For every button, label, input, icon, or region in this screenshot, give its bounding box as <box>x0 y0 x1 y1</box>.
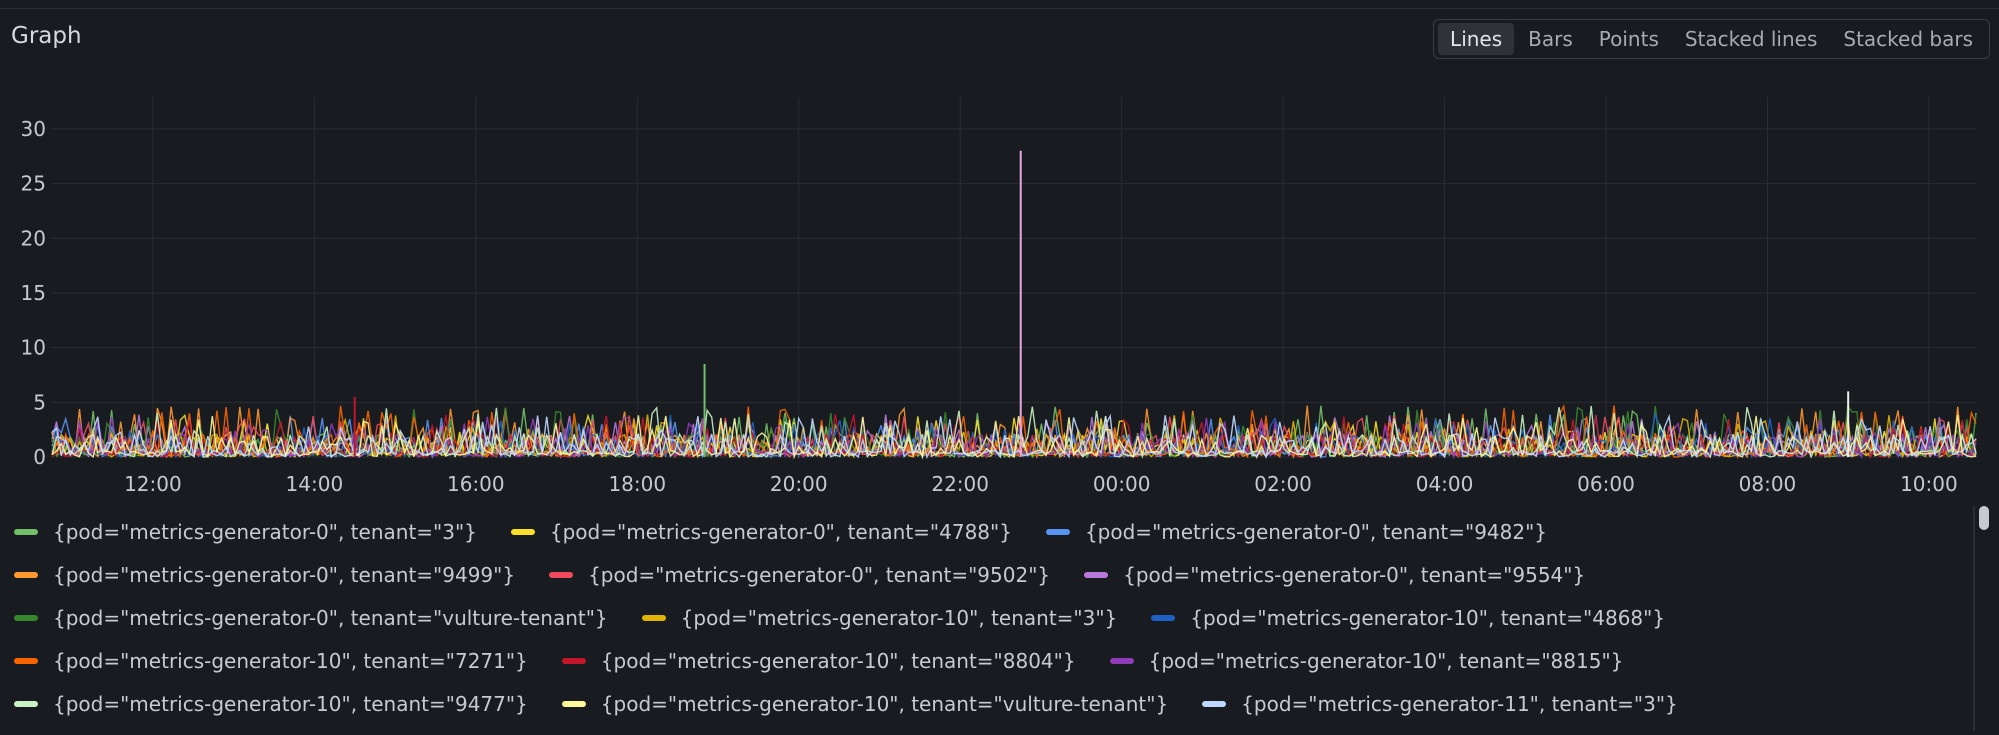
legend-item[interactable]: {pod="metrics-generator-0", tenant="9554… <box>1084 563 1585 587</box>
legend-row: {pod="metrics-generator-0", tenant="3"} {… <box>14 510 1964 553</box>
chart-legend: {pod="metrics-generator-0", tenant="3"} {… <box>14 510 1964 732</box>
legend-label: {pod="metrics-generator-0", tenant="4788… <box>549 519 1012 544</box>
legend-swatch <box>14 657 38 664</box>
legend-swatch <box>561 700 586 707</box>
legend-scroll-thumb[interactable] <box>1979 506 1989 530</box>
legend-label: {pod="metrics-generator-0", tenant="vult… <box>53 605 608 630</box>
y-tick-label: 10 <box>21 336 46 360</box>
y-tick-label: 0 <box>33 445 46 469</box>
panel-title: Graph <box>11 23 82 49</box>
legend-swatch <box>14 700 38 707</box>
legend-label: {pod="metrics-generator-0", tenant="9554… <box>1123 562 1586 587</box>
legend-swatch <box>1151 614 1176 621</box>
y-tick-label: 20 <box>21 226 46 250</box>
legend-label: {pod="metrics-generator-10", tenant="486… <box>1190 605 1666 630</box>
graph-panel: Graph Lines Bars Points Stacked lines St… <box>0 8 1999 735</box>
x-tick-label: 06:00 <box>1577 472 1635 496</box>
legend-item[interactable]: {pod="metrics-generator-10", tenant="880… <box>561 648 1076 673</box>
x-tick-label: 02:00 <box>1254 472 1312 496</box>
legend-swatch <box>561 657 586 664</box>
legend-item[interactable]: {pod="metrics-generator-10", tenant="947… <box>14 692 528 716</box>
legend-item[interactable]: {pod="metrics-generator-0", tenant="9482… <box>1045 519 1548 544</box>
legend-label: {pod="metrics-generator-10", tenant="880… <box>600 648 1076 673</box>
legend-label: {pod="metrics-generator-10", tenant="947… <box>53 691 528 716</box>
legend-item[interactable]: {pod="metrics-generator-0", tenant="vult… <box>14 606 608 630</box>
legend-item[interactable]: {pod="metrics-generator-10", tenant="vul… <box>561 691 1169 716</box>
legend-item[interactable]: {pod="metrics-generator-11", tenant="3"} <box>1202 692 1678 716</box>
legend-label: {pod="metrics-generator-0", tenant="9499… <box>53 562 516 587</box>
x-tick-label: 12:00 <box>124 472 182 496</box>
legend-label: {pod="metrics-generator-0", tenant="9482… <box>1084 519 1548 544</box>
visualization-toggle: Lines Bars Points Stacked lines Stacked … <box>1433 19 1990 59</box>
viz-option-bars[interactable]: Bars <box>1516 23 1585 55</box>
viz-option-lines[interactable]: Lines <box>1438 23 1515 55</box>
legend-item[interactable]: {pod="metrics-generator-0", tenant="9499… <box>14 563 515 587</box>
y-tick-label: 5 <box>33 390 46 414</box>
x-tick-label: 08:00 <box>1739 472 1797 496</box>
legend-item[interactable]: {pod="metrics-generator-10", tenant="727… <box>14 649 528 673</box>
legend-swatch <box>14 614 38 621</box>
legend-label: {pod="metrics-generator-0", tenant="9502… <box>588 562 1051 587</box>
y-tick-label: 25 <box>21 172 46 196</box>
x-tick-label: 20:00 <box>770 472 828 496</box>
legend-swatch <box>1084 571 1109 578</box>
x-tick-label: 00:00 <box>1093 472 1151 496</box>
legend-swatch <box>510 528 535 535</box>
x-tick-label: 16:00 <box>447 472 505 496</box>
legend-swatch <box>14 571 38 578</box>
x-tick-label: 04:00 <box>1416 472 1474 496</box>
legend-label: {pod="metrics-generator-11", tenant="3"} <box>1241 691 1678 716</box>
legend-swatch <box>641 614 666 621</box>
legend-swatch <box>549 571 574 578</box>
viz-option-stacked-lines[interactable]: Stacked lines <box>1673 23 1830 55</box>
legend-scrollbar[interactable] <box>1973 506 1991 731</box>
legend-row: {pod="metrics-generator-0", tenant="9499… <box>14 553 1964 596</box>
legend-row: {pod="metrics-generator-10", tenant="727… <box>14 639 1964 682</box>
x-tick-label: 14:00 <box>286 472 344 496</box>
legend-swatch <box>1045 528 1070 535</box>
legend-item[interactable]: {pod="metrics-generator-0", tenant="4788… <box>510 519 1012 544</box>
x-tick-label: 10:00 <box>1900 472 1958 496</box>
viz-option-stacked-bars[interactable]: Stacked bars <box>1831 23 1985 55</box>
legend-row: {pod="metrics-generator-0", tenant="vult… <box>14 596 1964 639</box>
legend-label: {pod="metrics-generator-10", tenant="881… <box>1148 648 1624 673</box>
legend-swatch <box>1202 700 1227 707</box>
y-tick-label: 30 <box>21 117 46 141</box>
legend-swatch <box>1109 657 1134 664</box>
legend-label: {pod="metrics-generator-10", tenant="vul… <box>600 691 1169 716</box>
legend-item[interactable]: {pod="metrics-generator-0", tenant="3"} <box>14 520 477 544</box>
legend-item[interactable]: {pod="metrics-generator-10", tenant="881… <box>1109 648 1624 673</box>
x-tick-label: 22:00 <box>931 472 989 496</box>
legend-swatch <box>14 528 38 535</box>
y-tick-label: 15 <box>21 281 46 305</box>
legend-label: {pod="metrics-generator-0", tenant="3"} <box>53 519 477 544</box>
legend-item[interactable]: {pod="metrics-generator-10", tenant="3"} <box>641 605 1118 630</box>
viz-option-points[interactable]: Points <box>1587 23 1671 55</box>
legend-label: {pod="metrics-generator-10", tenant="3"} <box>680 605 1118 630</box>
legend-row: {pod="metrics-generator-10", tenant="947… <box>14 682 1964 725</box>
time-series-chart[interactable]: 30 25 20 15 10 5 0 12:00 14:00 16:00 18:00 20:00 22:… <box>0 97 1999 507</box>
legend-item[interactable]: {pod="metrics-generator-0", tenant="9502… <box>549 563 1050 587</box>
legend-item[interactable]: {pod="metrics-generator-10", tenant="486… <box>1151 606 1665 630</box>
legend-label: {pod="metrics-generator-10", tenant="727… <box>53 648 528 673</box>
x-tick-label: 18:00 <box>608 472 666 496</box>
